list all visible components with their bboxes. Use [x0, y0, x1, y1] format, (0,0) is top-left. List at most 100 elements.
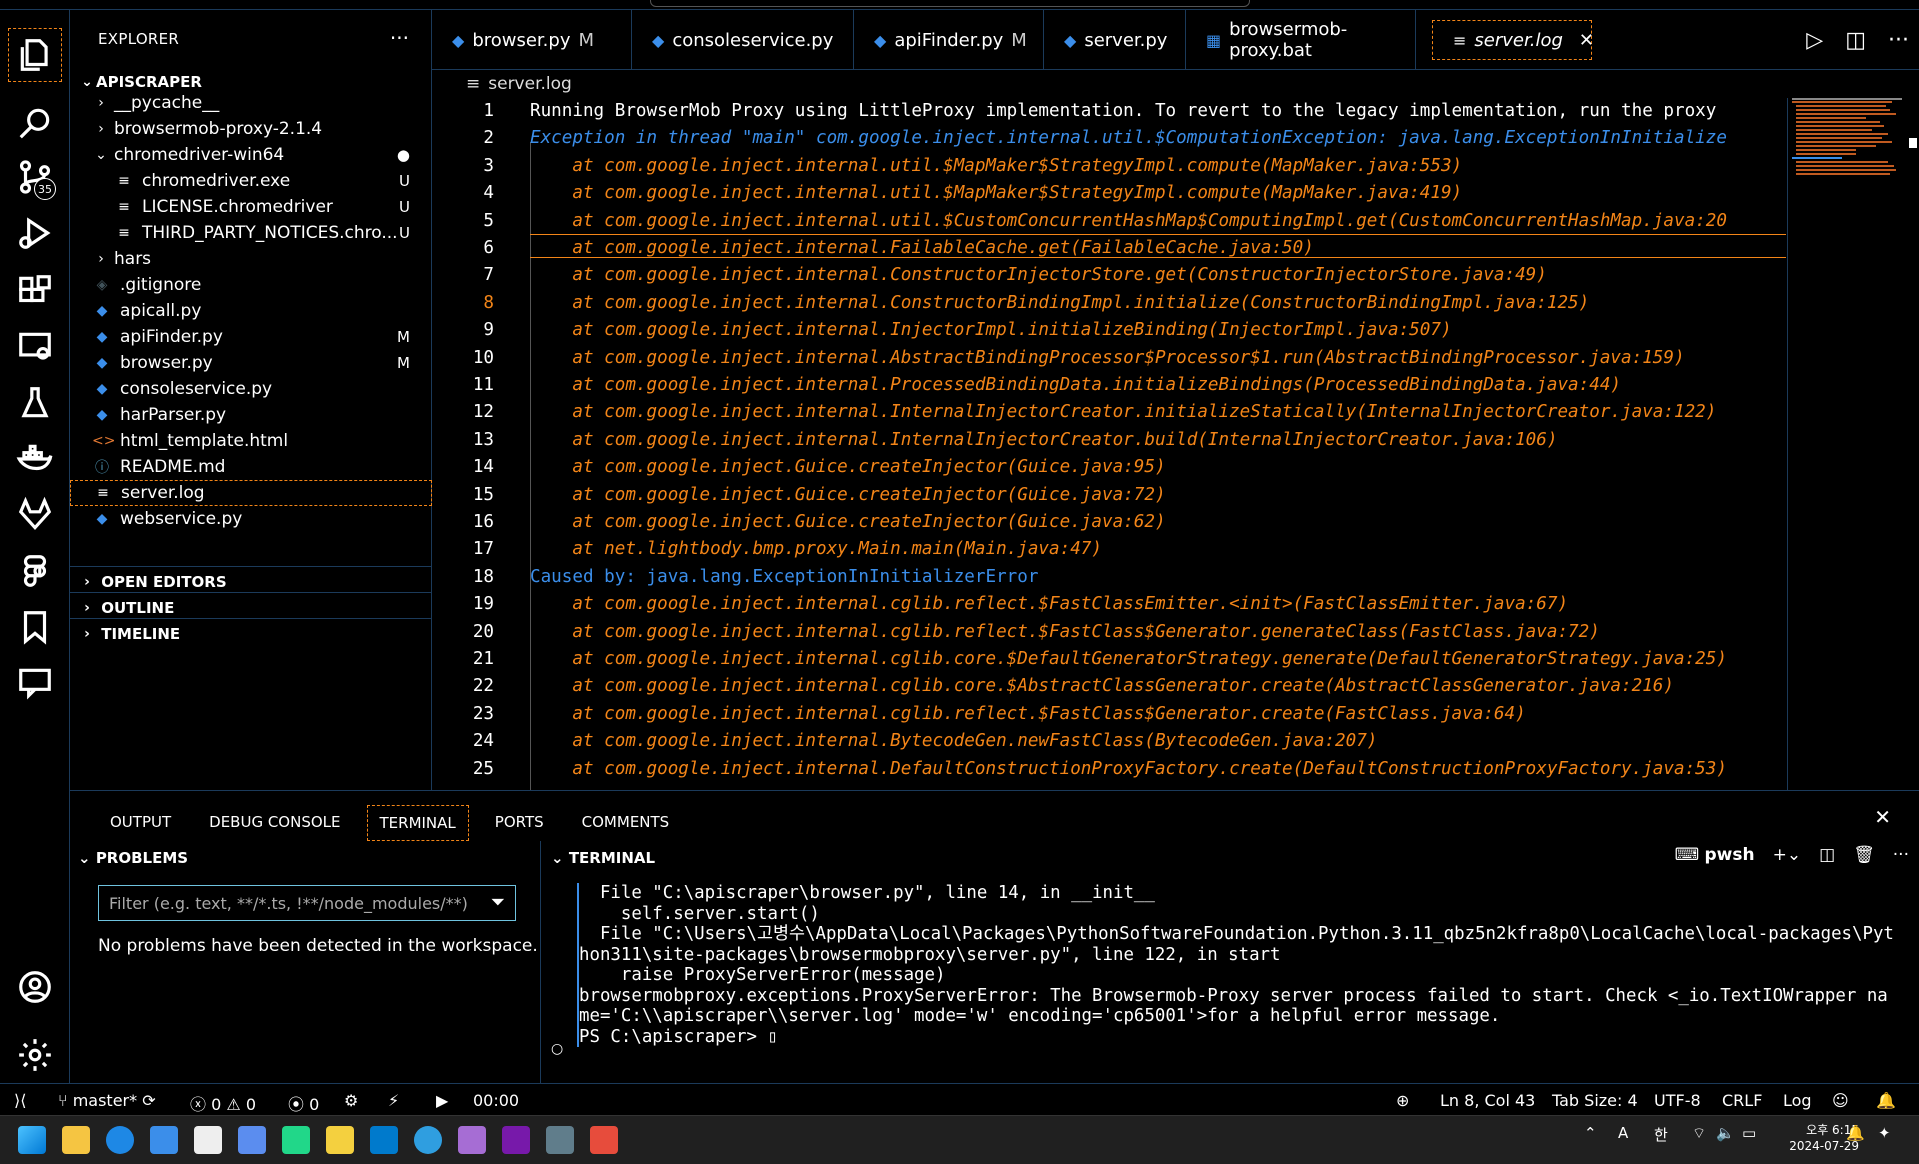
tab-comments[interactable]: COMMENTS	[570, 805, 682, 841]
minimap[interactable]	[1787, 98, 1919, 790]
gitlab-icon[interactable]	[8, 488, 62, 542]
remote-icon[interactable]: ⟩⟨	[14, 1091, 26, 1110]
cursor-position[interactable]: Ln 8, Col 43	[1440, 1091, 1535, 1110]
zoom-icon[interactable]: ⊕	[1396, 1091, 1409, 1110]
code-editor[interactable]: 1 Running BrowserMob Proxy using LittlePr…	[432, 98, 1787, 790]
problems-header[interactable]: ⌄ PROBLEMS	[78, 849, 188, 867]
eol[interactable]: CRLF	[1722, 1091, 1762, 1110]
source-control-icon[interactable]: 35	[8, 150, 62, 204]
tree-item[interactable]: ⌄ chromedriver-win64 ●	[70, 142, 432, 168]
language-mode[interactable]: Log	[1783, 1091, 1812, 1110]
branch-item[interactable]: ⑂ master* ⟳	[58, 1091, 156, 1110]
remote-explorer-icon[interactable]	[8, 320, 62, 374]
figma-icon[interactable]	[8, 544, 62, 598]
onenote-icon[interactable]	[502, 1126, 530, 1154]
terminal-output[interactable]: File "C:\apiscraper\browser.py", line 14…	[577, 883, 1897, 1047]
tree-item[interactable]: ◆ browser.py M	[70, 350, 432, 376]
debug-icon[interactable]: ⚙	[344, 1091, 358, 1110]
split-terminal-icon[interactable]: ◫	[1819, 845, 1835, 865]
terminal-header[interactable]: ⌄ TERMINAL	[551, 849, 655, 867]
bookmarks-icon[interactable]	[8, 600, 62, 654]
notifications-icon[interactable]: 🔔	[1876, 1091, 1896, 1110]
tab-terminal[interactable]: TERMINAL	[366, 805, 469, 841]
ime-indicator[interactable]: 한	[1654, 1124, 1668, 1145]
start-icon[interactable]	[18, 1126, 46, 1154]
filter-icon[interactable]: ⏷	[491, 892, 505, 913]
app-icon[interactable]	[194, 1126, 222, 1154]
tree-item[interactable]: › __pycache__	[70, 90, 432, 116]
close-icon[interactable]: ✕	[1579, 30, 1594, 51]
breadcrumb[interactable]: ≡ server.log	[466, 70, 572, 98]
tree-item[interactable]: › browsermob-proxy-2.1.4	[70, 116, 432, 142]
terminal-shell-button[interactable]: ⌨ pwsh	[1675, 845, 1755, 865]
tree-item[interactable]: ≡ chromedriver.exe U	[70, 168, 432, 194]
tab-size[interactable]: Tab Size: 4	[1552, 1091, 1638, 1110]
run-icon[interactable]: ▶	[436, 1091, 448, 1110]
copilot-icon[interactable]: ✦	[1878, 1124, 1891, 1142]
accounts-icon[interactable]	[8, 960, 62, 1014]
testing-icon[interactable]	[8, 376, 62, 430]
run-icon[interactable]: ▷	[1806, 28, 1823, 53]
more-actions-icon[interactable]: ···	[1888, 28, 1909, 53]
encoding[interactable]: UTF-8	[1654, 1091, 1701, 1110]
problems-count[interactable]: ⓧ 0 ⚠ 0	[190, 1091, 256, 1115]
tab-server-log[interactable]: ≡ server.log ✕	[1432, 20, 1594, 60]
edge-icon[interactable]	[106, 1126, 134, 1154]
tab-consoleservice-py[interactable]: ◆ consoleservice.py	[632, 10, 854, 70]
tree-item[interactable]: ◆ apicall.py	[70, 298, 432, 324]
wifi-icon[interactable]: ⌔	[1692, 1124, 1706, 1143]
notification-bell-icon[interactable]: 🔔	[1846, 1124, 1865, 1142]
tree-item[interactable]: ≡ THIRD_PARTY_NOTICES.chro... U	[70, 220, 432, 246]
tab-output[interactable]: OUTPUT	[98, 805, 183, 841]
problems-filter-input[interactable]: Filter (e.g. text, **/*.ts, !**/node_mod…	[98, 885, 516, 921]
sticky-notes-icon[interactable]	[326, 1126, 354, 1154]
more-actions-icon[interactable]: ···	[1893, 845, 1909, 865]
comments-icon[interactable]	[8, 656, 62, 710]
terminal-view[interactable]: ⌄ TERMINAL ⌨ pwsh +⌄ ◫ 🗑 ··· File "C:\ap…	[540, 841, 1919, 1084]
tree-item[interactable]: › hars	[70, 246, 432, 272]
explorer-icon[interactable]	[8, 28, 62, 82]
calculator-icon[interactable]	[546, 1126, 574, 1154]
volume-icon[interactable]: 🔈	[1716, 1124, 1735, 1142]
network-app-icon[interactable]	[414, 1126, 442, 1154]
tree-item[interactable]: ◆ webservice.py	[70, 506, 432, 532]
snipping-tool-icon[interactable]	[590, 1126, 618, 1154]
timeline-section[interactable]: › TIMELINE	[70, 618, 432, 649]
tree-item[interactable]: ⓘ README.md	[70, 454, 432, 480]
ports-item[interactable]: ⦿ 0	[288, 1091, 319, 1115]
font-mode[interactable]: A	[1618, 1124, 1628, 1142]
file-explorer-icon[interactable]	[62, 1126, 90, 1154]
split-editor-icon[interactable]: ◫	[1845, 28, 1866, 53]
tab-debug-console[interactable]: DEBUG CONSOLE	[197, 805, 352, 841]
settings-gear-icon[interactable]	[8, 1028, 62, 1082]
more-actions-icon[interactable]: ···	[390, 26, 409, 50]
tree-item[interactable]: ◈ .gitignore	[70, 272, 432, 298]
tab-server-py[interactable]: ◆ server.py	[1044, 10, 1186, 70]
new-terminal-icon[interactable]: +⌄	[1773, 845, 1802, 865]
tree-item[interactable]: ◆ consoleservice.py	[70, 376, 432, 402]
vscode-icon[interactable]	[370, 1126, 398, 1154]
battery-icon[interactable]: ▭	[1742, 1124, 1756, 1142]
obsidian-icon[interactable]	[458, 1126, 486, 1154]
tab-browser-py[interactable]: ◆ browser.py M	[432, 10, 632, 70]
tree-item[interactable]: ◆ apiFinder.py M	[70, 324, 432, 350]
todo-icon[interactable]	[238, 1126, 266, 1154]
extensions-icon[interactable]	[8, 264, 62, 318]
trash-icon[interactable]: 🗑	[1853, 845, 1875, 865]
tab-ports[interactable]: PORTS	[483, 805, 556, 841]
no-debug-icon[interactable]: ⚡	[388, 1091, 399, 1110]
tray-chevron-up-icon[interactable]: ⌃	[1584, 1124, 1597, 1142]
docker-icon[interactable]	[8, 432, 62, 486]
run-debug-icon[interactable]	[8, 206, 62, 260]
copilot-icon[interactable]: ☺	[1832, 1091, 1849, 1110]
timer[interactable]: 00:00	[473, 1091, 519, 1110]
pycharm-icon[interactable]	[282, 1126, 310, 1154]
tree-item[interactable]: ◆ harParser.py	[70, 402, 432, 428]
tree-item[interactable]: ≡ server.log	[70, 480, 432, 506]
notepad-icon[interactable]	[150, 1126, 178, 1154]
search-icon[interactable]	[8, 96, 62, 150]
command-center[interactable]	[650, 0, 1250, 7]
tree-item[interactable]: <> html_template.html	[70, 428, 432, 454]
tab-apifinder-py[interactable]: ◆ apiFinder.py M	[854, 10, 1044, 70]
close-panel-icon[interactable]: ✕	[1874, 805, 1891, 829]
